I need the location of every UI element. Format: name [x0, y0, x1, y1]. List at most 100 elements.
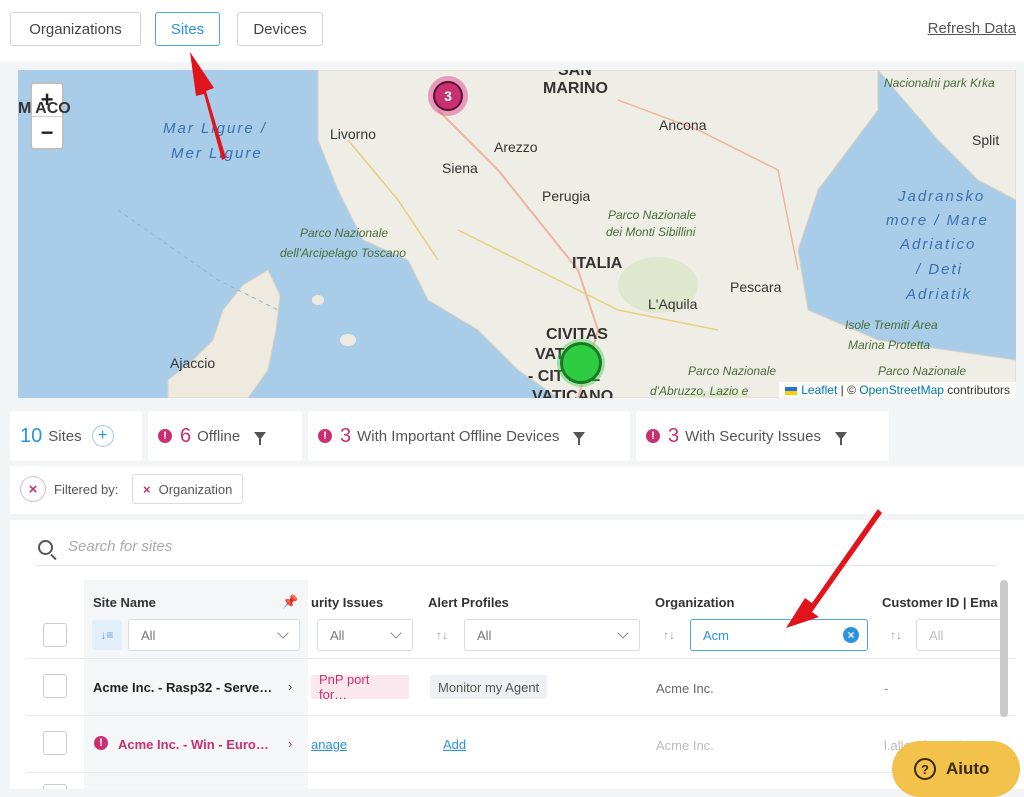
chevron-down-icon: [617, 627, 629, 639]
security-issue-tag[interactable]: PnP port for…: [311, 672, 409, 702]
tab-organizations[interactable]: Organizations: [10, 12, 141, 46]
chevron-right-icon[interactable]: ›: [288, 679, 292, 694]
site-name-cell[interactable]: Acme Inc. - Win - Euro…: [118, 737, 269, 752]
filter-icon[interactable]: [254, 432, 267, 445]
row-divider: [26, 715, 1016, 716]
map-label-adriatic-1: Jadransko: [898, 188, 986, 205]
row-checkbox[interactable]: [43, 731, 67, 755]
sites-table: Search for sites Site Name 📌 urity Issue…: [10, 520, 1024, 789]
stat-sites[interactable]: 10 Sites +: [10, 411, 142, 461]
clear-input-icon[interactable]: ×: [843, 627, 859, 643]
header-security-issues[interactable]: urity Issues: [311, 595, 383, 610]
select-all-checkbox[interactable]: [43, 623, 67, 647]
manage-link[interactable]: anage: [311, 737, 347, 752]
attribution-separator: | ©: [837, 383, 860, 397]
map-label-arcipelago-2: dell'Arcipelago Toscano: [280, 246, 406, 260]
clear-filters-button[interactable]: ×: [20, 476, 46, 502]
osm-link[interactable]: OpenStreetMap: [859, 383, 944, 397]
map-label-adriatic-4: / Deti: [916, 261, 964, 278]
alert-icon: !: [94, 736, 108, 750]
offline-label: Offline: [197, 427, 241, 445]
alert-profiles-filter-select[interactable]: All: [464, 619, 640, 651]
leaflet-link[interactable]: Leaflet: [801, 383, 837, 397]
ukraine-flag-icon: [785, 386, 798, 395]
security-label: With Security Issues: [685, 427, 821, 445]
filter-icon[interactable]: [573, 432, 586, 445]
site-cluster-marker[interactable]: 3: [428, 76, 468, 116]
top-bar: Organizations Sites Devices Refresh Data: [0, 0, 1024, 62]
add-site-button[interactable]: +: [91, 425, 114, 447]
search-input[interactable]: Search for sites: [68, 538, 172, 555]
customer-filter-select[interactable]: All: [916, 619, 1006, 651]
map-label-ancona: Ancona: [659, 117, 707, 133]
organization-cell: Acme Inc.: [656, 738, 714, 753]
security-filter-select[interactable]: All: [317, 619, 413, 651]
header-organization[interactable]: Organization: [655, 595, 734, 610]
stat-important-offline[interactable]: ! 3 With Important Offline Devices: [308, 411, 630, 461]
sites-map[interactable]: + − SAN MARINO Nacionalni park Krka M AC…: [18, 70, 1016, 398]
map-label-livorno: Livorno: [330, 126, 376, 142]
filtered-by-label: Filtered by:: [54, 482, 119, 497]
tab-devices[interactable]: Devices: [237, 12, 323, 46]
alert-icon: !: [646, 429, 660, 443]
sort-icon[interactable]: ↑↓: [436, 628, 448, 642]
header-customer-id[interactable]: Customer ID | Ema: [882, 595, 998, 610]
map-label-parco-sibillini-2: dei Monti Sibillini: [606, 225, 696, 239]
add-alert-link[interactable]: Add: [443, 737, 466, 752]
help-label: Aiuto: [946, 759, 990, 778]
row-checkbox[interactable]: [43, 784, 67, 789]
map-label-adriatic-3: Adriatico: [900, 236, 977, 253]
map-label-laquila: L'Aquila: [648, 296, 698, 312]
row-divider: [26, 772, 1016, 773]
alert-icon: !: [318, 429, 332, 443]
tab-sites[interactable]: Sites: [155, 12, 220, 46]
map-label-ajaccio: Ajaccio: [170, 355, 216, 371]
map-label-mar-ligure-2: Mer Ligure: [171, 145, 263, 162]
stat-security-issues[interactable]: ! 3 With Security Issues: [636, 411, 889, 461]
table-scrollbar[interactable]: [1000, 580, 1008, 717]
filter-icon[interactable]: [835, 432, 847, 445]
stat-offline[interactable]: ! 6 Offline: [148, 411, 302, 461]
map-label-arcipelago-1: Parco Nazionale: [300, 226, 389, 240]
pin-icon[interactable]: 📌: [282, 594, 298, 610]
map-label-parco-right: Parco Nazionale: [878, 364, 967, 378]
sort-desc-icon[interactable]: ↓≡: [92, 620, 122, 650]
map-label-adriatic-5: Adriatik: [906, 286, 973, 303]
cluster-count: 3: [433, 81, 463, 111]
header-site-name[interactable]: Site Name: [93, 595, 156, 610]
site-name-cell[interactable]: Acme Inc. - Rasp32 - Serve…: [93, 680, 272, 695]
sort-icon[interactable]: ↑↓: [663, 628, 675, 642]
search-underline: [36, 565, 996, 566]
organization-filter-input[interactable]: Acm ×: [690, 619, 868, 651]
header-alert-profiles[interactable]: Alert Profiles: [428, 595, 509, 610]
select-value: All: [477, 627, 492, 643]
sites-count: 10: [20, 424, 43, 447]
map-label-italia: ITALIA: [572, 255, 623, 272]
select-value: All: [330, 627, 345, 643]
row-divider: [26, 658, 1016, 659]
map-label-abruzzo-2: d'Abruzzo, Lazio e: [650, 384, 749, 398]
sort-icon[interactable]: ↑↓: [890, 628, 902, 642]
row-checkbox[interactable]: [43, 674, 67, 698]
refresh-data-link[interactable]: Refresh Data: [928, 20, 1016, 37]
filter-chip-organization[interactable]: × Organization: [132, 474, 244, 504]
site-marker-online[interactable]: [560, 342, 602, 384]
input-value: Acm: [703, 627, 729, 643]
search-icon: [38, 540, 53, 555]
select-value: All: [141, 627, 156, 643]
attribution-contributors: contributors: [943, 383, 1010, 397]
site-name-filter-select[interactable]: All: [128, 619, 300, 651]
remove-filter-icon[interactable]: ×: [143, 482, 151, 497]
map-label-marino: MARINO: [543, 80, 608, 97]
important-count: 3: [340, 424, 352, 447]
filter-bar: × Filtered by: × Organization: [10, 466, 1024, 514]
zoom-out-button[interactable]: −: [32, 117, 62, 149]
map-label-tremiti-2: Marina Protetta: [848, 338, 931, 352]
alert-profile-tag[interactable]: Monitor my Agent: [430, 675, 548, 699]
question-icon: ?: [914, 758, 936, 780]
map-label-mar-ligure-1: Mar Ligure /: [163, 120, 268, 137]
map-label-pescara: Pescara: [730, 279, 782, 295]
map-label-san: SAN: [558, 70, 592, 79]
chevron-right-icon[interactable]: ›: [288, 736, 292, 751]
customer-cell: -: [884, 681, 889, 696]
